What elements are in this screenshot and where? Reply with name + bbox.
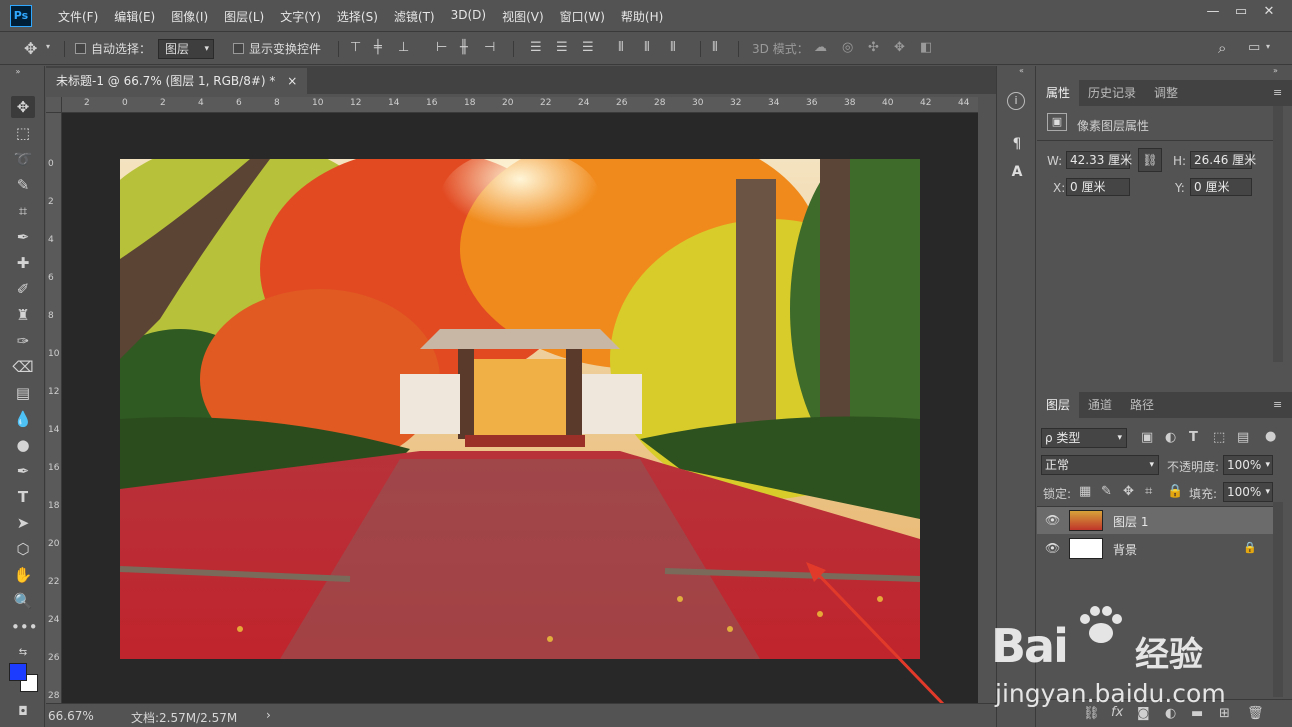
x-field[interactable]: 0 厘米 (1066, 178, 1130, 196)
properties-tabs: 属性 历史记录 调整 ≡ (1037, 80, 1292, 106)
panel-menu-icon[interactable]: ≡ (1273, 86, 1282, 99)
watermark-brand-suffix: 经验 (1135, 635, 1203, 675)
baidu-watermark: Bai 经验 jingyan.baidu.com (985, 605, 1245, 725)
status-menu-arrow-icon[interactable]: › (266, 708, 271, 722)
filter-shape-icon[interactable]: ⬚ (1213, 430, 1225, 445)
tab-properties[interactable]: 属性 (1037, 80, 1080, 106)
x-label: X: (1053, 181, 1066, 195)
pixel-layer-icon: ▣ (1047, 113, 1067, 131)
layers-scrollbar[interactable] (1273, 502, 1283, 697)
layer-name[interactable]: 背景 (1113, 541, 1137, 558)
lock-icon: 🔒 (1243, 541, 1257, 554)
fill-field[interactable]: 100% ▾ (1223, 482, 1273, 502)
tab-paths[interactable]: 路径 (1121, 392, 1163, 418)
fill-label: 填充: (1189, 487, 1218, 501)
height-label: H: (1173, 154, 1187, 168)
lock-pixels-icon[interactable]: ✎ (1101, 484, 1112, 499)
layer-row-layer1[interactable]: 👁 图层 1 (1037, 507, 1273, 534)
filter-type-icon[interactable]: T (1189, 430, 1198, 445)
filter-adjustment-icon[interactable]: ◐ (1165, 430, 1176, 445)
tab-channels[interactable]: 通道 (1079, 392, 1121, 418)
visibility-eye-icon[interactable]: 👁 (1045, 541, 1060, 555)
layers-tabs: 图层 通道 路径 ≡ (1037, 392, 1292, 418)
watermark-brand: Bai (991, 619, 1069, 673)
layer-thumbnail (1069, 538, 1103, 559)
character-icon[interactable]: A (1007, 162, 1027, 182)
y-field[interactable]: 0 厘米 (1190, 178, 1252, 196)
lock-transparency-icon[interactable]: ▦ (1079, 484, 1091, 499)
info-icon[interactable]: i (1007, 92, 1025, 110)
width-label: W: (1047, 154, 1063, 168)
layer-thumbnail (1069, 510, 1103, 531)
collapse-panels-icon[interactable]: » (1273, 66, 1278, 75)
layers-panel-menu-icon[interactable]: ≡ (1273, 398, 1282, 411)
paragraph-icon[interactable]: ¶ (1007, 134, 1027, 154)
opacity-field[interactable]: 100% ▾ (1223, 455, 1273, 475)
zoom-level[interactable]: 66.67% (48, 709, 94, 723)
tab-layers[interactable]: 图层 (1037, 392, 1080, 418)
tab-history[interactable]: 历史记录 (1079, 80, 1145, 106)
baidu-paw-icon (1080, 606, 1122, 643)
opacity-label: 不透明度: (1167, 460, 1220, 474)
filter-toggle-icon[interactable]: ● (1265, 429, 1276, 444)
collapse-dock-icon[interactable]: « (1019, 66, 1024, 75)
status-bar: 66.67% 文档:2.57M/2.57M › (46, 703, 996, 727)
y-label: Y: (1175, 181, 1185, 195)
blend-mode-dropdown[interactable]: 正常 ▾ (1041, 455, 1159, 475)
lock-position-icon[interactable]: ✥ (1123, 484, 1134, 499)
filter-pixel-icon[interactable]: ▣ (1141, 430, 1153, 445)
layer-row-background[interactable]: 👁 背景 🔒 (1037, 535, 1273, 562)
layer-filter-dropdown[interactable]: ρ 类型 ▾ (1041, 428, 1127, 448)
document-size: 文档:2.57M/2.57M (131, 711, 238, 725)
lock-artboard-icon[interactable]: ⌗ (1145, 484, 1152, 499)
properties-scrollbar[interactable] (1273, 106, 1283, 362)
divider (1037, 140, 1273, 141)
height-field[interactable]: 26.46 厘米 (1190, 151, 1256, 169)
layer-name[interactable]: 图层 1 (1113, 513, 1148, 530)
watermark-url: jingyan.baidu.com (995, 679, 1226, 708)
properties-header: 像素图层属性 (1077, 119, 1150, 133)
filter-smart-object-icon[interactable]: ▤ (1237, 430, 1249, 445)
link-icon[interactable]: ⛓ (1138, 148, 1162, 172)
delete-layer-icon[interactable]: 🗑 (1247, 706, 1264, 721)
arrow-to-canvas (810, 566, 947, 708)
visibility-eye-icon[interactable]: 👁 (1045, 513, 1060, 527)
width-field[interactable]: 42.33 厘米 (1066, 151, 1132, 169)
lock-all-icon[interactable]: 🔒 (1167, 484, 1183, 499)
tab-adjustments[interactable]: 调整 (1145, 80, 1187, 106)
lock-label: 锁定: (1043, 487, 1072, 501)
